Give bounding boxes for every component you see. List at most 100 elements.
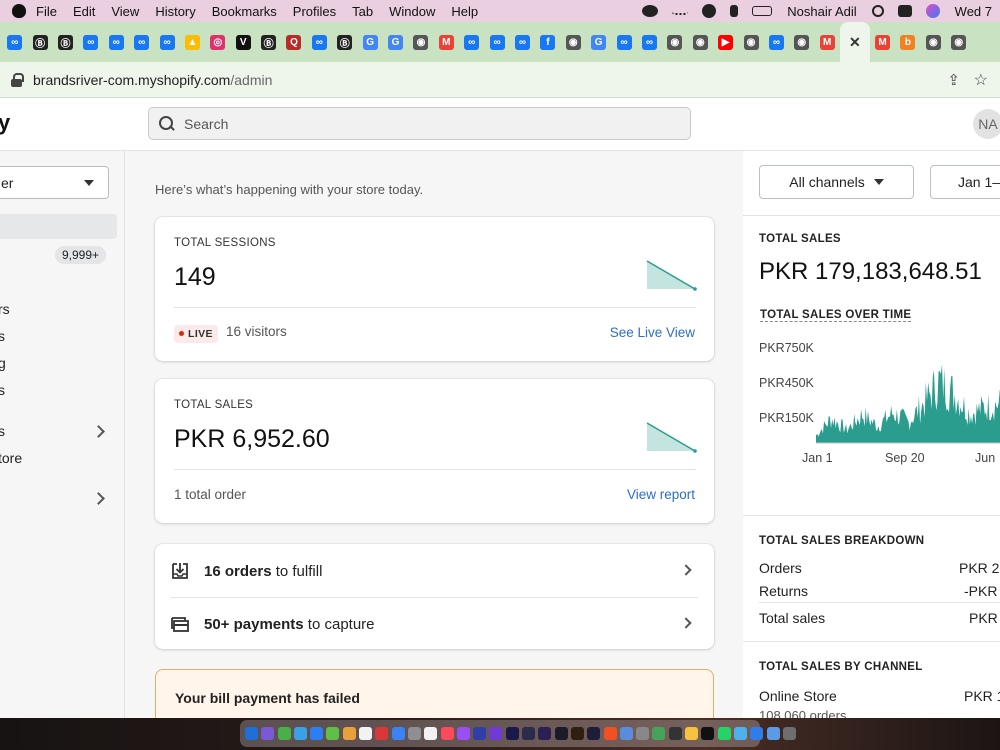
siri-icon[interactable] (925, 4, 940, 18)
browser-tab[interactable]: ▲ (180, 22, 205, 62)
browser-tab[interactable]: ◉ (789, 22, 814, 62)
browser-tab[interactable]: ∞ (510, 22, 535, 62)
control-center-icon[interactable] (897, 5, 912, 17)
creative-cloud-icon[interactable] (642, 5, 659, 17)
browser-tab[interactable]: ∞ (129, 22, 154, 62)
dock-app-icon[interactable] (293, 727, 307, 740)
browser-tab[interactable]: ◉ (921, 22, 946, 62)
browser-tab[interactable]: Ⓑ (27, 22, 52, 62)
sidebar-item[interactable]: s (0, 423, 5, 439)
dock-app-icon[interactable] (310, 727, 324, 740)
browser-tab[interactable]: ∞ (484, 22, 509, 62)
grammarly-icon[interactable] (702, 4, 717, 18)
dock-app-icon[interactable] (554, 727, 568, 740)
apple-menu-icon[interactable] (12, 4, 26, 18)
dock-app-icon[interactable] (473, 727, 487, 740)
dock-app-icon[interactable] (766, 727, 780, 740)
browser-tab[interactable]: ∞ (307, 22, 332, 62)
menubar-clock[interactable]: Wed 7 (955, 4, 992, 19)
shopify-logo[interactable]: y (0, 110, 10, 136)
dock-app-icon[interactable] (326, 727, 340, 740)
browser-tab[interactable]: f (535, 22, 560, 62)
close-icon[interactable]: ✕ (847, 34, 862, 50)
dock-app-icon[interactable] (407, 727, 421, 740)
dock-app-icon[interactable] (538, 727, 552, 740)
total-sales-over-time-label[interactable]: TOTAL SALES OVER TIME (760, 309, 912, 322)
menu-tab[interactable]: Tab (352, 4, 373, 19)
sidebar-item[interactable]: s (0, 328, 5, 344)
dock-app-icon[interactable] (750, 727, 764, 740)
menu-edit[interactable]: Edit (73, 4, 95, 19)
store-selector[interactable]: er (0, 166, 109, 199)
dock-app-icon[interactable] (440, 727, 454, 740)
bluetooth-icon[interactable] (730, 5, 739, 17)
browser-tab[interactable]: Ⓑ (332, 22, 357, 62)
browser-tab[interactable]: ◉ (662, 22, 687, 62)
sidebar-item-home[interactable] (0, 214, 117, 239)
browser-tab[interactable]: Q (281, 22, 306, 62)
browser-tab[interactable]: ∞ (764, 22, 789, 62)
channels-dropdown[interactable]: All channels (759, 165, 914, 199)
browser-tab[interactable]: Ⓑ (256, 22, 281, 62)
dock-app-icon[interactable] (359, 727, 373, 740)
menu-help[interactable]: Help (451, 4, 478, 19)
browser-address-bar[interactable]: brandsriver-com.myshopify.com/admin ⇪ ☆ (0, 62, 1000, 98)
dock-app-icon[interactable] (245, 727, 258, 740)
browser-tab[interactable]: M (870, 22, 895, 62)
chevron-right-icon[interactable] (92, 492, 105, 505)
dock-app-icon[interactable] (701, 727, 715, 740)
dock-app-icon[interactable] (489, 727, 503, 740)
dock-app-icon[interactable] (636, 727, 650, 740)
dock-app-icon[interactable] (261, 727, 275, 740)
browser-tab[interactable]: ∞ (459, 22, 484, 62)
dock-app-icon[interactable] (668, 727, 682, 740)
date-range-button[interactable]: Jan 1– (930, 165, 1000, 199)
browser-tab[interactable]: Ⓑ (53, 22, 78, 62)
dock-app-icon[interactable] (570, 727, 584, 740)
dock-app-icon[interactable] (277, 727, 291, 740)
browser-tab[interactable]: ▶ (713, 22, 738, 62)
menubar-username[interactable]: Noshair Adil (787, 4, 856, 19)
menu-view[interactable]: View (111, 4, 139, 19)
dock-app-icon[interactable] (782, 727, 796, 740)
browser-tab[interactable]: G (383, 22, 408, 62)
url-text[interactable]: brandsriver-com.myshopify.com/admin (33, 72, 272, 88)
dock-app-icon[interactable] (652, 727, 666, 740)
menu-bookmarks[interactable]: Bookmarks (212, 4, 277, 19)
menu-history[interactable]: History (155, 4, 195, 19)
browser-tab[interactable]: G (586, 22, 611, 62)
see-live-view-link[interactable]: See Live View (610, 325, 695, 340)
browser-tab[interactable]: ◉ (688, 22, 713, 62)
dock-app-icon[interactable] (375, 727, 389, 740)
browser-tab[interactable]: ✕ (839, 22, 870, 62)
menu-file[interactable]: File (36, 4, 57, 19)
dock-app-icon[interactable] (717, 727, 731, 740)
browser-tab[interactable]: ∞ (2, 22, 27, 62)
bookmark-star-icon[interactable]: ☆ (974, 70, 988, 90)
network-activity-icon[interactable] (672, 7, 689, 15)
dock-app-icon[interactable] (685, 727, 699, 740)
battery-icon[interactable] (752, 6, 773, 16)
user-avatar[interactable]: NA (973, 109, 1000, 139)
dock-app-icon[interactable] (391, 727, 405, 740)
chevron-right-icon[interactable] (92, 425, 105, 438)
browser-tab[interactable]: ◉ (946, 22, 971, 62)
browser-tab[interactable]: V (231, 22, 256, 62)
dock-app-icon[interactable] (733, 727, 747, 740)
browser-tab[interactable]: M (434, 22, 459, 62)
sidebar-item[interactable]: s (0, 382, 5, 398)
browser-tab[interactable]: b (895, 22, 920, 62)
payments-to-capture-row[interactable]: 50+ payments to capture (155, 598, 714, 650)
dock-app-icon[interactable] (522, 727, 536, 740)
search-input[interactable] (184, 115, 664, 132)
dock-app-icon[interactable] (424, 727, 438, 740)
sidebar-item[interactable]: tore (0, 450, 22, 466)
browser-tab[interactable]: ∞ (78, 22, 103, 62)
browser-tab[interactable]: M (815, 22, 840, 62)
browser-tab[interactable]: ◉ (408, 22, 433, 62)
menu-window[interactable]: Window (389, 4, 435, 19)
share-icon[interactable]: ⇪ (947, 71, 960, 89)
dock-app-icon[interactable] (603, 727, 617, 740)
browser-tab[interactable]: ∞ (154, 22, 179, 62)
sidebar-item[interactable]: g (0, 355, 6, 371)
